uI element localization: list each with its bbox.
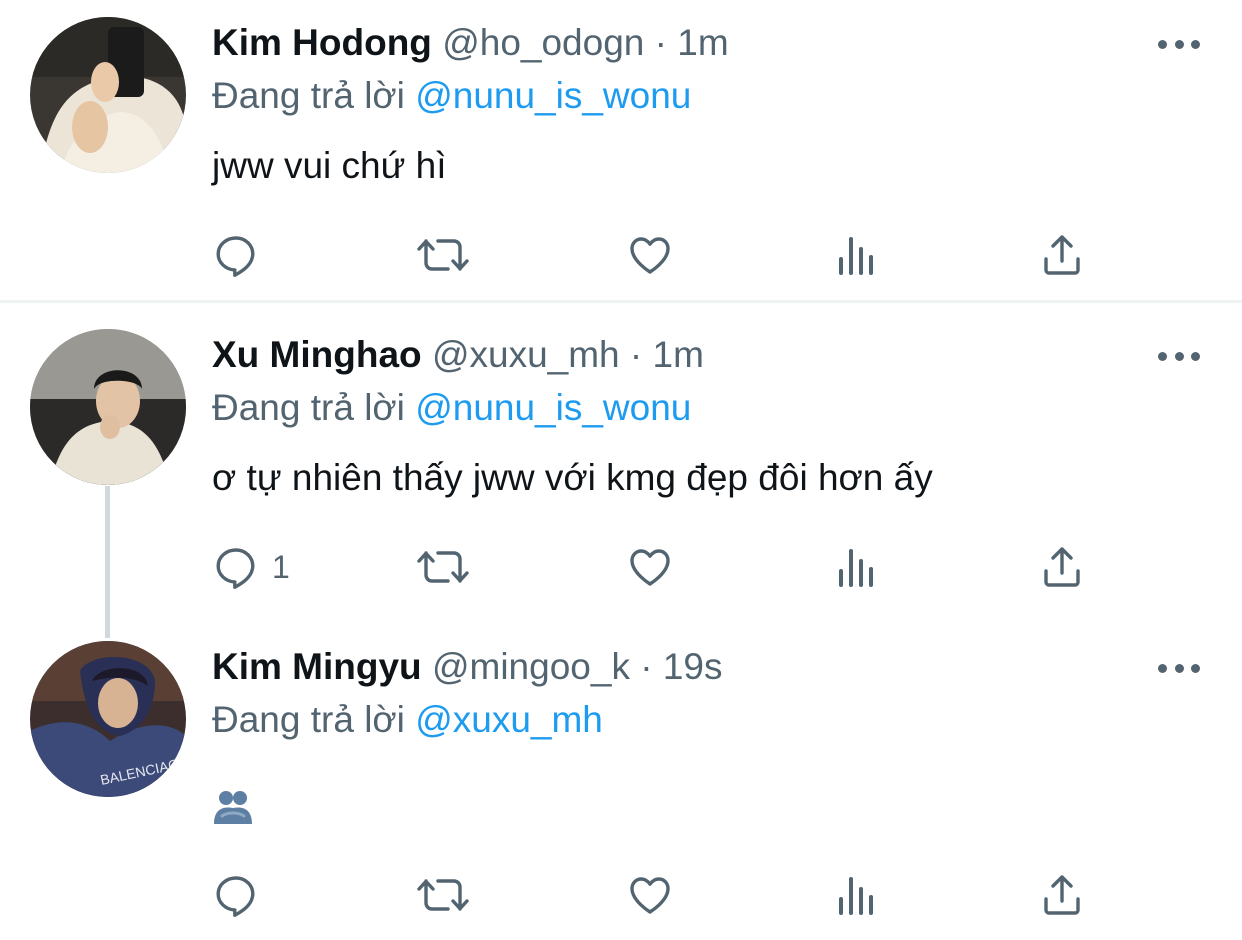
reply-count: 1 — [272, 548, 290, 585]
mention-link[interactable]: @nunu_is_wonu — [415, 75, 691, 116]
tweet-text: ơ tự nhiên thấy jww với kmg đẹp đôi hơn … — [212, 457, 933, 498]
reply-icon — [216, 876, 255, 917]
tweet-text: jww vui chứ hì — [212, 145, 447, 186]
separator-dot: · — [654, 22, 667, 63]
share-icon — [1044, 547, 1080, 587]
avatar[interactable] — [30, 329, 186, 485]
views-button[interactable] — [834, 230, 882, 280]
views-icon — [839, 877, 873, 915]
retweet-button[interactable] — [416, 542, 470, 592]
heart-icon — [630, 237, 670, 274]
replying-to: Đang trả lời @nunu_is_wonu — [212, 386, 691, 430]
tweet-actions: 1 — [212, 542, 1092, 592]
share-button[interactable] — [1038, 870, 1086, 920]
user-handle[interactable]: @ho_odogn — [442, 22, 644, 63]
display-name[interactable]: Kim Hodong — [212, 22, 432, 63]
display-name[interactable]: Kim Mingyu — [212, 646, 422, 687]
mention-link[interactable]: @nunu_is_wonu — [415, 387, 691, 428]
views-button[interactable] — [834, 870, 882, 920]
views-button[interactable] — [834, 542, 882, 592]
tweet-header: Xu Minghao @xuxu_mh · 1m — [212, 333, 704, 377]
people-hugging-emoji — [212, 786, 254, 828]
separator-dot: · — [640, 646, 653, 687]
user-handle[interactable]: @xuxu_mh — [432, 334, 620, 375]
share-icon — [1044, 235, 1080, 275]
replying-to-label: Đang trả lời — [212, 387, 405, 428]
more-icon[interactable] — [1158, 350, 1200, 362]
avatar[interactable]: BALENCIAG — [30, 641, 186, 797]
timestamp[interactable]: 1m — [677, 22, 728, 63]
user-handle[interactable]: @mingoo_k — [432, 646, 630, 687]
replying-to-label: Đang trả lời — [212, 699, 405, 740]
timestamp[interactable]: 19s — [663, 646, 723, 687]
tweet-actions — [212, 870, 1092, 920]
heart-icon — [630, 877, 670, 914]
replying-to: Đang trả lời @nunu_is_wonu — [212, 74, 691, 118]
retweet-icon — [417, 879, 469, 911]
views-icon — [839, 237, 873, 275]
reply-button[interactable] — [212, 230, 260, 280]
retweet-icon — [417, 551, 469, 583]
display-name[interactable]: Xu Minghao — [212, 334, 422, 375]
reply-button[interactable]: 1 — [212, 542, 290, 592]
tweet-header: Kim Mingyu @mingoo_k · 19s — [212, 645, 723, 689]
reply-icon — [216, 236, 255, 277]
retweet-button[interactable] — [416, 870, 470, 920]
retweet-icon — [417, 239, 469, 271]
share-button[interactable] — [1038, 542, 1086, 592]
like-button[interactable] — [626, 542, 674, 592]
like-button[interactable] — [626, 870, 674, 920]
more-icon[interactable] — [1158, 38, 1200, 50]
replying-to-label: Đang trả lời — [212, 75, 405, 116]
thread-line — [105, 486, 110, 638]
tweet-divider — [0, 300, 1242, 303]
reply-button[interactable] — [212, 870, 260, 920]
like-button[interactable] — [626, 230, 674, 280]
replying-to: Đang trả lời @xuxu_mh — [212, 698, 603, 742]
reply-icon — [216, 548, 255, 589]
retweet-button[interactable] — [416, 230, 470, 280]
views-icon — [839, 549, 873, 587]
mention-link[interactable]: @xuxu_mh — [415, 699, 603, 740]
more-icon[interactable] — [1158, 662, 1200, 674]
share-button[interactable] — [1038, 230, 1086, 280]
timestamp[interactable]: 1m — [653, 334, 704, 375]
separator-dot: · — [629, 334, 643, 375]
heart-icon — [630, 549, 670, 586]
share-icon — [1044, 875, 1080, 915]
tweet-header: Kim Hodong @ho_odogn · 1m — [212, 21, 729, 65]
tweet-actions — [212, 230, 1092, 280]
avatar[interactable] — [30, 17, 186, 173]
